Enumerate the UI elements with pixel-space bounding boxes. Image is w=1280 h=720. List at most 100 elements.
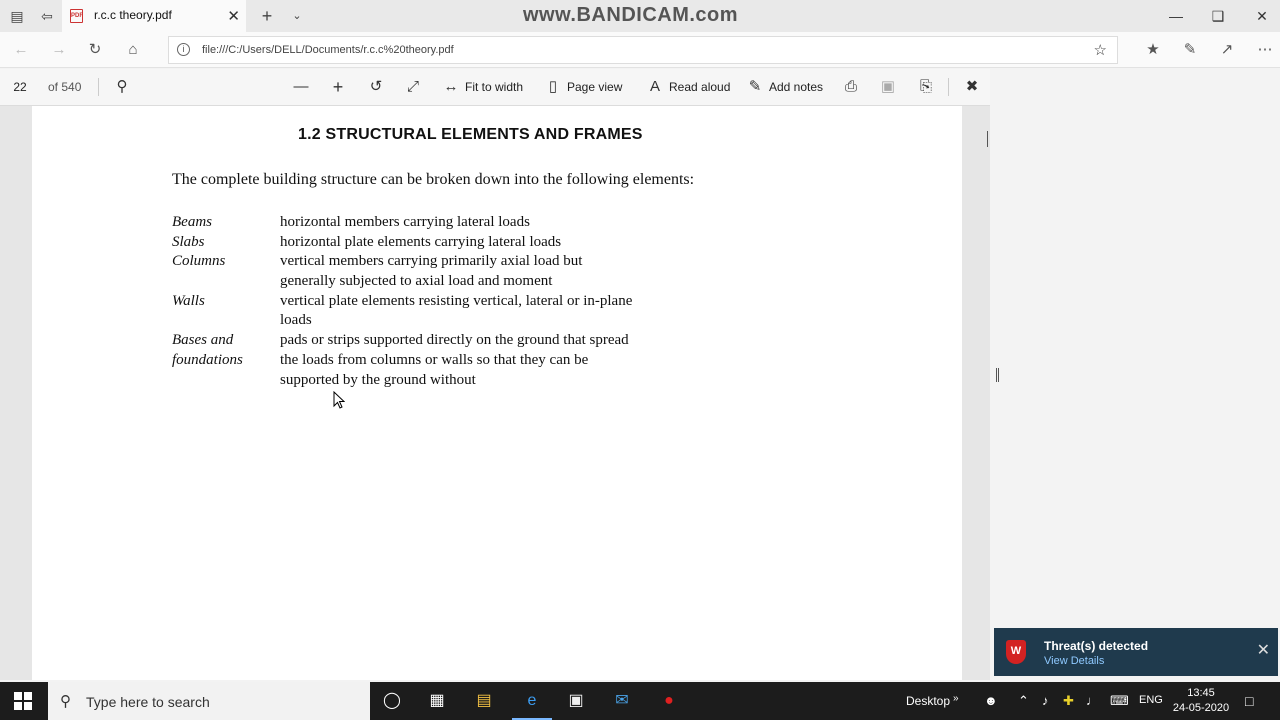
cortana-icon[interactable]: ◯: [380, 690, 404, 712]
document-viewer[interactable]: 1.2 STRUCTURAL ELEMENTS AND FRAMES The c…: [0, 106, 990, 680]
pen-icon[interactable]: ✎: [1179, 40, 1201, 60]
tab-actions-icon[interactable]: ▤: [9, 8, 25, 24]
page-view-button[interactable]: Page view: [567, 80, 622, 94]
address-toolbar: ← → ↻ ⌂ i file:///C:/Users/DELL/Document…: [0, 32, 1280, 68]
term-beams: Beams: [172, 214, 212, 230]
page-number-input[interactable]: 22: [6, 80, 34, 94]
file-explorer-icon[interactable]: ▤: [472, 690, 496, 712]
taskbar: ⚲ Type here to search ◯ ▦ ▤ e ▣ ✉ ● Desk…: [0, 682, 1280, 720]
notification-title: Threat(s) detected: [1044, 639, 1149, 653]
search-placeholder: Type here to search: [86, 694, 210, 710]
bandicam-record-icon[interactable]: ●: [657, 690, 681, 712]
page-view-icon[interactable]: ▯: [543, 78, 563, 96]
people-icon[interactable]: ☻: [984, 693, 998, 708]
pdf-page: 1.2 STRUCTURAL ELEMENTS AND FRAMES The c…: [32, 106, 962, 680]
more-menu-icon[interactable]: ⋯: [1254, 40, 1276, 60]
read-aloud-button[interactable]: Read aloud: [669, 80, 730, 94]
threat-notification[interactable]: W Threat(s) detected View Details ✕: [994, 628, 1278, 676]
view-details-link[interactable]: View Details: [1044, 655, 1104, 667]
read-aloud-icon[interactable]: A: [645, 78, 665, 96]
scrollbar-thumb[interactable]: [987, 131, 988, 147]
chevron-up-icon[interactable]: ⌃: [1018, 693, 1029, 709]
print-icon[interactable]: ⎙: [841, 78, 861, 96]
divider: [98, 78, 99, 96]
fit-to-width-button[interactable]: Fit to width: [465, 80, 523, 94]
pen-icon[interactable]: ✎: [745, 78, 765, 96]
keyboard-icon[interactable]: ⌨: [1110, 693, 1129, 709]
taskbar-search[interactable]: ⚲ Type here to search: [48, 682, 370, 720]
refresh-icon[interactable]: ↻: [84, 40, 106, 60]
mail-icon[interactable]: ✉: [610, 690, 634, 712]
system-clock[interactable]: 13:45 24-05-2020: [1172, 686, 1230, 716]
close-icon[interactable]: ✕: [1257, 640, 1270, 660]
title-bar: ▤ ⇦ PDF r.c.c theory.pdf ✕ + ⌄ www.BANDI…: [0, 0, 1280, 32]
forward-arrow-icon[interactable]: →: [48, 40, 70, 60]
share-icon[interactable]: ↗: [1216, 40, 1238, 60]
page-total: of 540: [48, 80, 82, 94]
rotate-icon[interactable]: ↺: [366, 78, 386, 96]
url-text: file:///C:/Users/DELL/Documents/r.c.c%20…: [202, 44, 454, 56]
clock-date: 24-05-2020: [1172, 702, 1230, 714]
definition-line: pads or strips supported directly on the…: [280, 332, 629, 348]
minimize-button[interactable]: —: [1156, 5, 1196, 27]
tab-pdf[interactable]: PDF r.c.c theory.pdf ✕: [62, 0, 246, 32]
fit-width-icon[interactable]: ↔: [441, 78, 461, 96]
zoom-in-icon[interactable]: +: [328, 78, 348, 96]
side-panel: [990, 106, 1280, 680]
mouse-cursor-icon: [333, 391, 345, 409]
definition-line: vertical members carrying primarily axia…: [280, 253, 583, 269]
home-icon[interactable]: ⌂: [122, 40, 144, 60]
favorite-star-icon[interactable]: ☆: [1094, 41, 1107, 59]
window-close-button[interactable]: ✕: [1242, 5, 1280, 27]
pdf-icon: PDF: [70, 9, 83, 23]
shield-icon: W: [1006, 640, 1026, 664]
search-icon: ⚲: [60, 693, 71, 710]
section-heading: 1.2 STRUCTURAL ELEMENTS AND FRAMES: [298, 126, 643, 143]
set-aside-tabs-icon[interactable]: ⇦: [39, 8, 55, 24]
save-icon[interactable]: ▣: [878, 78, 898, 96]
edge-browser-icon[interactable]: e: [512, 690, 552, 720]
search-icon[interactable]: ⚲: [112, 78, 132, 96]
pin-toolbar-icon[interactable]: ✖: [962, 78, 982, 96]
intro-paragraph: The complete building structure can be b…: [172, 171, 695, 188]
store-icon[interactable]: ▣: [564, 690, 588, 712]
favorites-list-icon[interactable]: ★: [1142, 40, 1164, 60]
splitter-handle[interactable]: [996, 368, 999, 382]
definition-line: generally subjected to axial load and mo…: [280, 273, 553, 289]
term-walls: Walls: [172, 293, 205, 309]
term-bases: Bases and: [172, 332, 234, 348]
add-notes-button[interactable]: Add notes: [769, 80, 823, 94]
definition-line: the loads from columns or walls so that …: [280, 352, 589, 368]
definition-line: horizontal plate elements carrying later…: [280, 234, 562, 250]
new-tab-icon[interactable]: +: [259, 7, 275, 25]
windows-start-icon[interactable]: [14, 692, 32, 710]
term-columns: Columns: [172, 253, 226, 269]
fullscreen-icon[interactable]: ⤢: [403, 78, 423, 96]
zoom-out-icon[interactable]: —: [291, 78, 311, 96]
chevron-right-icon[interactable]: »: [953, 693, 959, 704]
microphone-icon[interactable]: ♪: [1042, 693, 1049, 708]
tab-title: r.c.c theory.pdf: [94, 8, 172, 22]
info-icon[interactable]: i: [177, 43, 190, 56]
maximize-button[interactable]: ❑: [1198, 5, 1238, 27]
save-as-icon[interactable]: ⎘: [916, 78, 936, 96]
notifications-icon[interactable]: □: [1245, 693, 1253, 709]
task-view-icon[interactable]: ▦: [425, 690, 449, 712]
pdf-toolbar: 22 of 540 ⚲ — + ↺ ⤢ ↔ Fit to width ▯ Pag…: [0, 69, 990, 106]
definition-line: horizontal members carrying lateral load…: [280, 214, 530, 230]
language-indicator[interactable]: ENG: [1139, 694, 1163, 706]
definition-line: vertical plate elements resisting vertic…: [280, 293, 633, 309]
recording-watermark: www.BANDICAM.com: [523, 4, 739, 26]
close-icon[interactable]: ✕: [227, 7, 240, 25]
address-bar[interactable]: i file:///C:/Users/DELL/Documents/r.c.c%…: [168, 36, 1118, 64]
back-arrow-icon[interactable]: ←: [10, 40, 32, 60]
term-foundations: foundations: [172, 352, 243, 368]
chevron-down-icon[interactable]: ⌄: [289, 8, 305, 24]
antivirus-tray-icon[interactable]: ✚: [1063, 693, 1074, 709]
volume-icon[interactable]: ♩: [1086, 693, 1099, 708]
term-slabs: Slabs: [172, 234, 205, 250]
definition-line: supported by the ground without: [280, 372, 476, 388]
toolbar-blank: [990, 69, 1280, 106]
desktop-toolbar-label[interactable]: Desktop: [906, 694, 950, 708]
divider: [948, 78, 949, 96]
